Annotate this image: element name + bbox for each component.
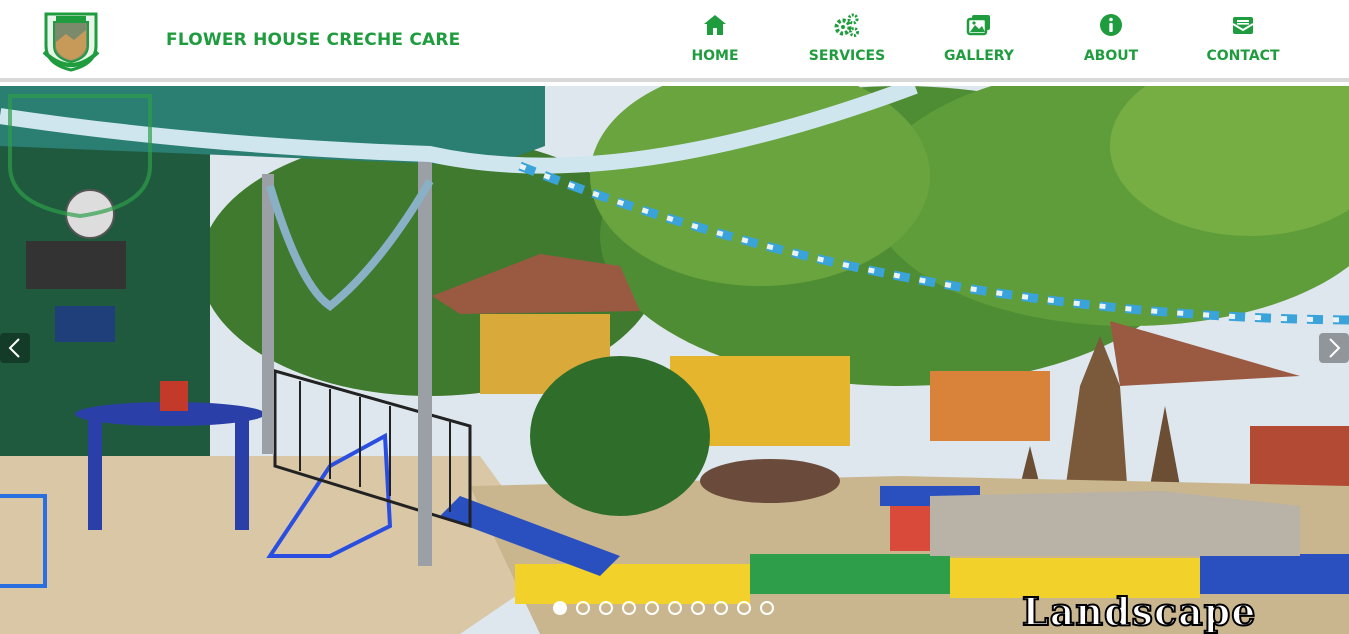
crest-logo-icon[interactable] [38, 8, 104, 74]
slider-dot[interactable] [714, 601, 728, 615]
slider-dot[interactable] [691, 601, 705, 615]
hero-slider[interactable]: Landscape [0, 86, 1349, 634]
main-nav: HOME SERVICES GALLERY ABOUT CONTACT [649, 12, 1309, 64]
slide-caption: Landscape [1021, 588, 1257, 634]
nav-about-label: ABOUT [1083, 48, 1139, 64]
slider-prev-button[interactable] [0, 333, 30, 363]
nav-contact[interactable]: CONTACT [1177, 12, 1309, 64]
slider-dot[interactable] [553, 601, 567, 615]
landscape-photo [0, 86, 1349, 634]
slider-dot[interactable] [599, 601, 613, 615]
site-header: FLOWER HOUSE CRECHE CARE HOME SERVICES G… [0, 0, 1349, 82]
nav-contact-label: CONTACT [1206, 48, 1280, 64]
nav-home[interactable]: HOME [649, 12, 781, 64]
slider-dot[interactable] [737, 601, 751, 615]
chevron-right-icon [1329, 338, 1341, 358]
nav-about[interactable]: ABOUT [1045, 12, 1177, 64]
gears-icon [834, 13, 859, 37]
slider-next-button[interactable] [1319, 333, 1349, 363]
brand-name[interactable]: FLOWER HOUSE CRECHE CARE [166, 30, 460, 50]
slider-pagination [553, 601, 783, 615]
nav-home-label: HOME [691, 48, 739, 64]
slider-dot[interactable] [668, 601, 682, 615]
nav-gallery[interactable]: GALLERY [913, 12, 1045, 64]
slider-dot[interactable] [576, 601, 590, 615]
home-icon [704, 15, 726, 35]
chevron-left-icon [8, 338, 20, 358]
slider-dot[interactable] [760, 601, 774, 615]
slider-dot[interactable] [622, 601, 636, 615]
images-icon [966, 15, 990, 36]
slider-dot[interactable] [645, 601, 659, 615]
nav-gallery-label: GALLERY [944, 48, 1014, 64]
nav-services-label: SERVICES [808, 48, 886, 64]
envelope-icon [1232, 17, 1254, 34]
nav-services[interactable]: SERVICES [781, 12, 913, 64]
info-icon [1100, 14, 1122, 36]
